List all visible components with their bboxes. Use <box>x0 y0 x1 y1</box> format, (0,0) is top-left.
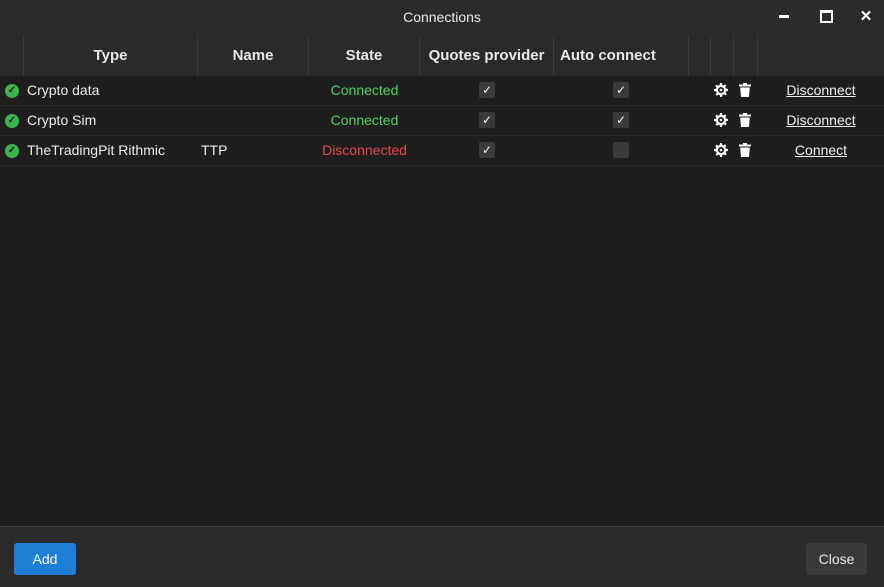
auto-connect-checkbox[interactable]: ✓ <box>613 82 629 98</box>
minimize-icon <box>779 14 789 18</box>
row-name: TTP <box>201 142 228 158</box>
column-header-settings[interactable] <box>689 36 711 76</box>
trash-icon[interactable] <box>739 113 751 127</box>
row-type: Crypto Sim <box>27 112 97 128</box>
table-header: Type Name State Quotes provider Auto con… <box>0 36 884 76</box>
close-window-button[interactable]: ✕ <box>850 2 882 30</box>
column-header-action[interactable] <box>734 36 758 76</box>
quotes-provider-checkbox[interactable]: ✓ <box>479 82 495 98</box>
gear-icon[interactable] <box>714 113 728 127</box>
close-button[interactable]: Close <box>806 543 867 575</box>
column-header-delete[interactable] <box>711 36 734 76</box>
minimize-button[interactable] <box>768 2 800 30</box>
title-bar: Connections ✕ <box>0 0 884 36</box>
maximize-icon <box>819 9 833 23</box>
check-circle-icon: ✓ <box>5 144 19 158</box>
column-header-state[interactable]: State <box>309 36 420 76</box>
column-header-auto-connect[interactable]: Auto connect <box>554 36 689 76</box>
check-circle-icon: ✓ <box>5 84 19 98</box>
column-header-quotes-provider[interactable]: Quotes provider <box>420 36 554 76</box>
table-row[interactable]: ✓ TheTradingPit Rithmic TTP Disconnected ✓ Co… <box>0 136 884 166</box>
close-icon: ✕ <box>859 7 873 25</box>
trash-icon[interactable] <box>739 143 751 157</box>
column-header-name[interactable]: Name <box>198 36 309 76</box>
connect-link[interactable]: Connect <box>758 136 884 165</box>
table-row[interactable]: ✓ Crypto data Connected ✓ ✓ Disconnect <box>0 76 884 106</box>
row-state: Disconnected <box>322 142 407 158</box>
gear-icon[interactable] <box>714 83 728 97</box>
row-type: TheTradingPit Rithmic <box>27 142 165 158</box>
auto-connect-checkbox[interactable] <box>613 142 629 158</box>
disconnect-link[interactable]: Disconnect <box>758 106 884 135</box>
trash-icon[interactable] <box>739 83 751 97</box>
disconnect-link[interactable]: Disconnect <box>758 76 884 105</box>
column-header-type[interactable]: Type <box>24 36 198 76</box>
maximize-button[interactable] <box>810 2 842 30</box>
gear-icon[interactable] <box>714 143 728 157</box>
check-circle-icon: ✓ <box>5 114 19 128</box>
auto-connect-checkbox[interactable]: ✓ <box>613 112 629 128</box>
add-button[interactable]: Add <box>14 543 76 575</box>
quotes-provider-checkbox[interactable]: ✓ <box>479 142 495 158</box>
row-type: Crypto data <box>27 82 100 98</box>
window-title: Connections <box>403 9 481 25</box>
footer-bar: Add Close <box>0 526 884 587</box>
row-state: Connected <box>330 112 399 128</box>
table-row[interactable]: ✓ Crypto Sim Connected ✓ ✓ Disconnect <box>0 106 884 136</box>
row-state: Connected <box>330 82 399 98</box>
quotes-provider-checkbox[interactable]: ✓ <box>479 112 495 128</box>
column-header-status[interactable] <box>0 36 24 76</box>
